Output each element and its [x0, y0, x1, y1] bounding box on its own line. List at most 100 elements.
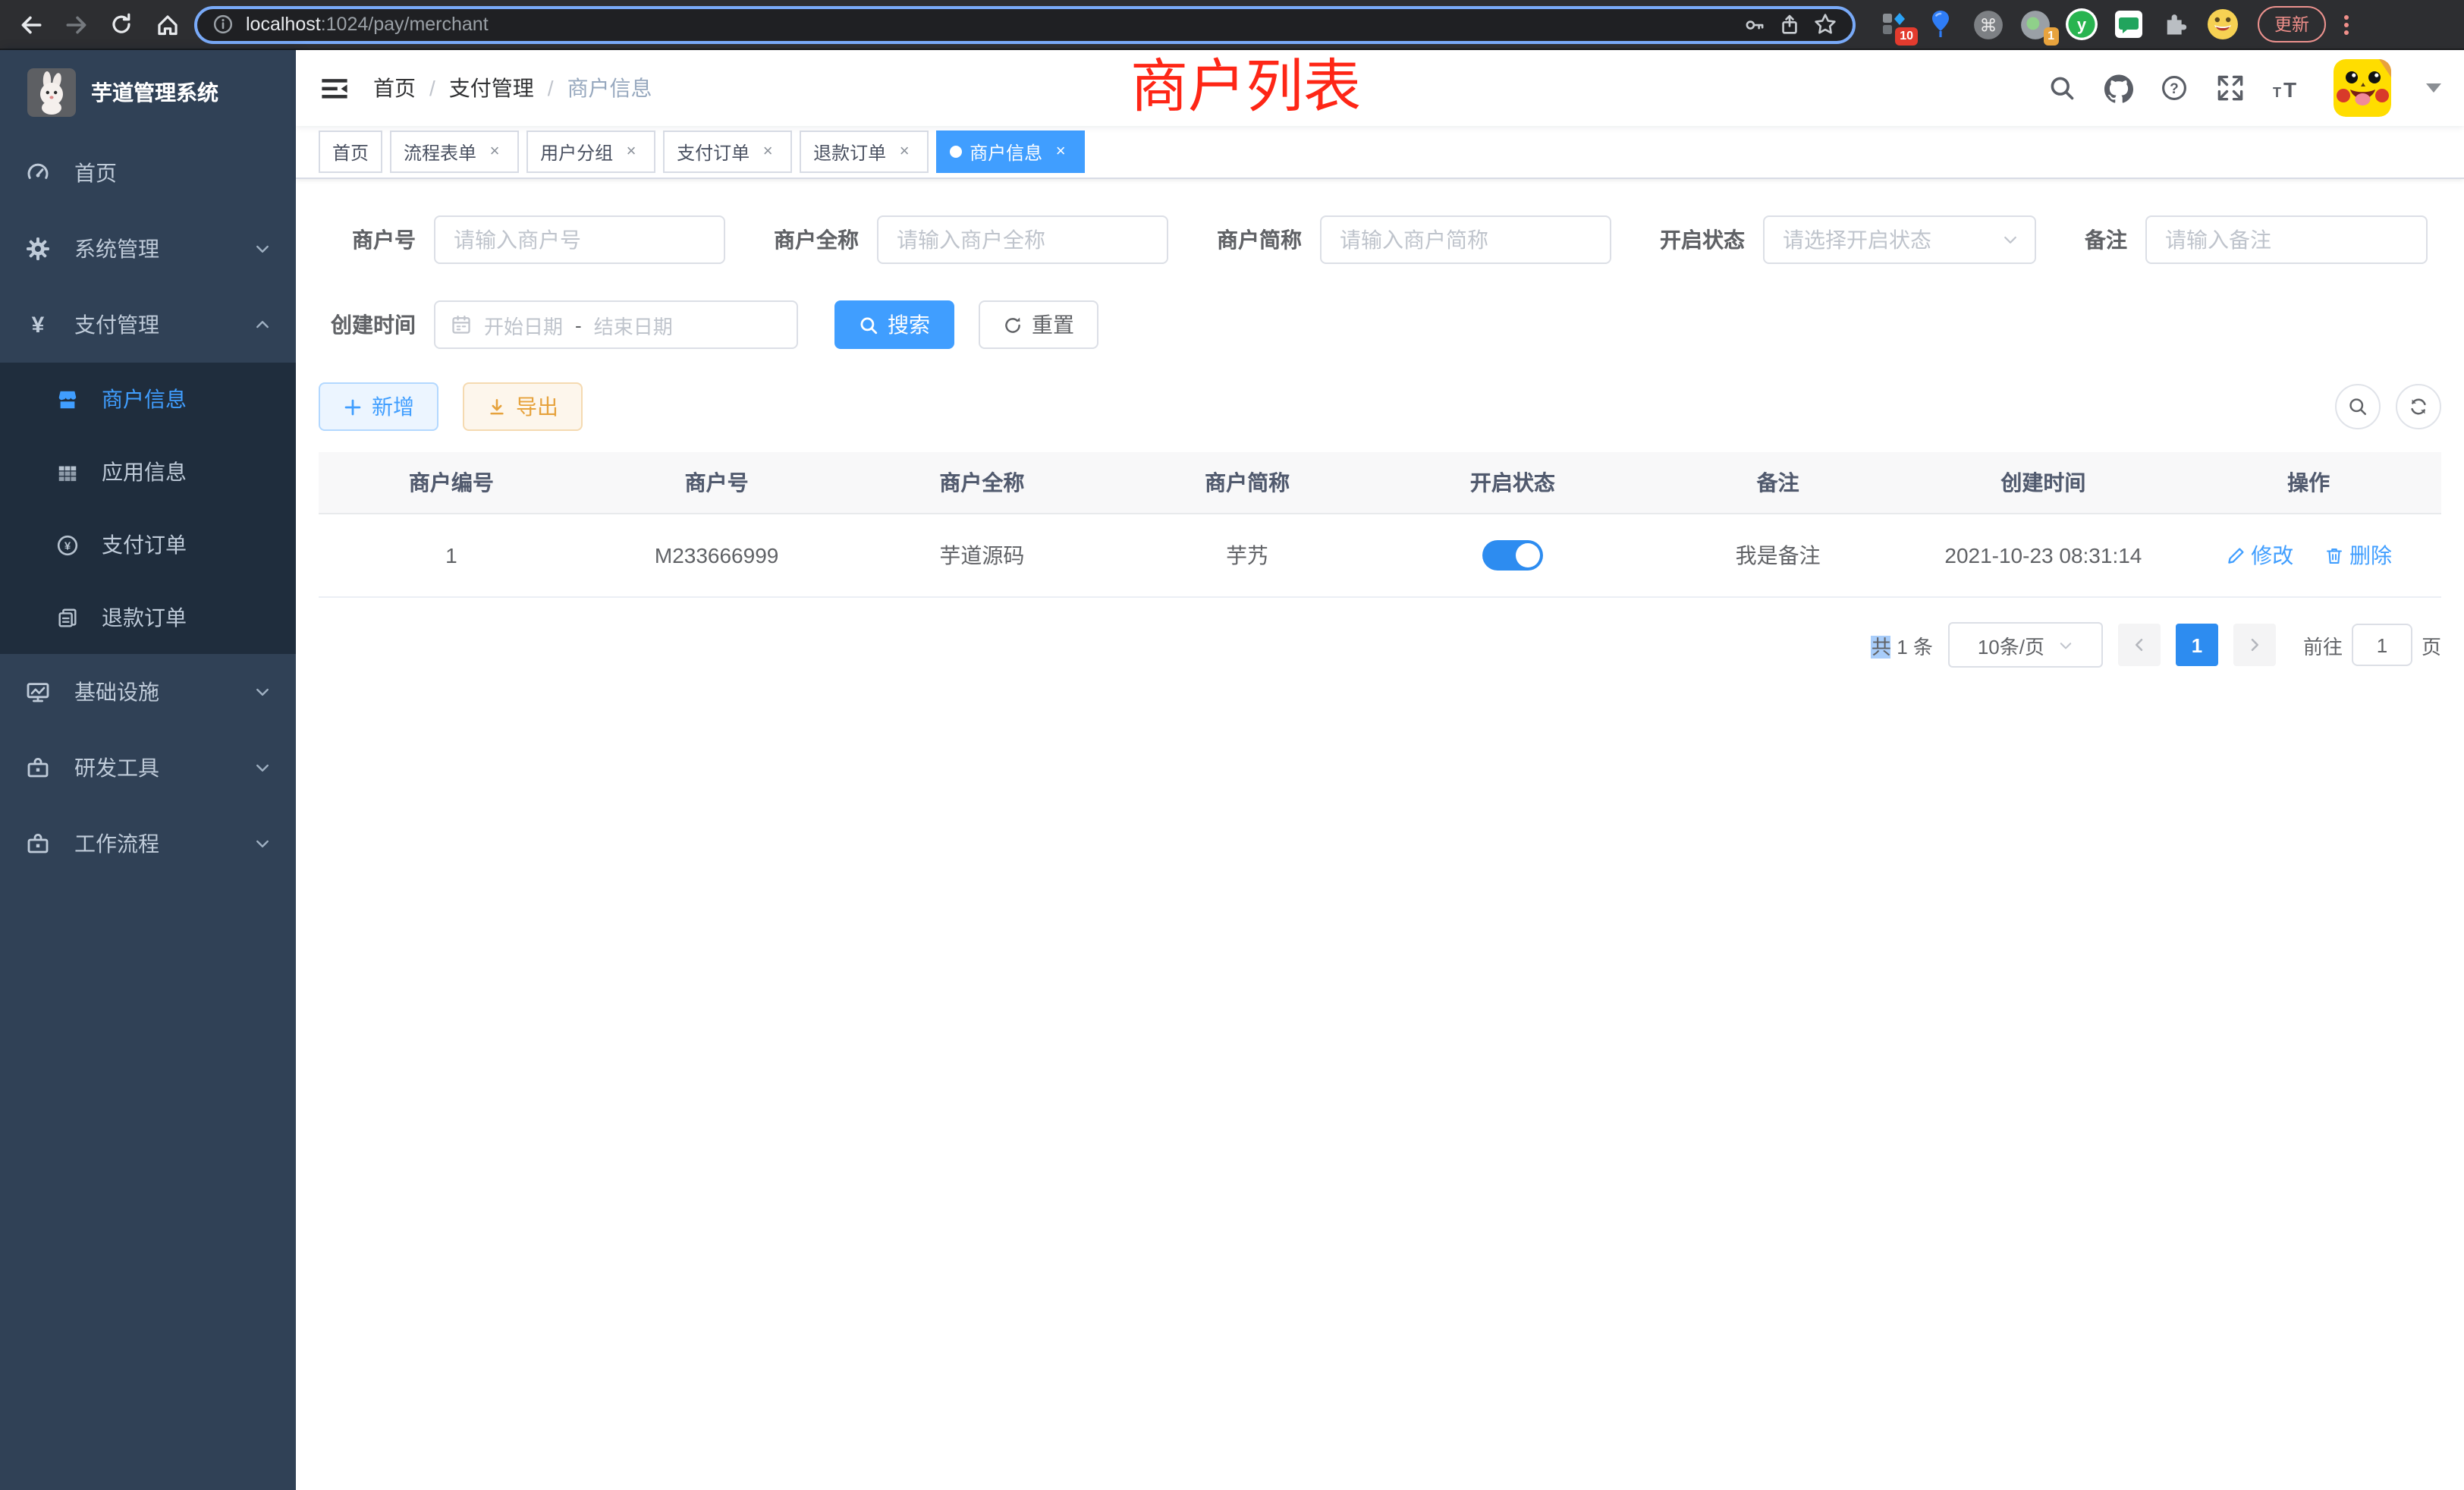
fullscreen-button[interactable]	[2215, 73, 2246, 103]
share-icon[interactable]	[1778, 13, 1801, 36]
export-button[interactable]: 导出	[463, 382, 583, 431]
edit-link[interactable]: 修改	[2225, 540, 2293, 571]
refresh-table-button[interactable]	[2396, 384, 2441, 429]
sidebar-item-label: 支付管理	[74, 310, 253, 340]
breadcrumb-home[interactable]: 首页	[373, 73, 416, 103]
extension-session-icon[interactable]: 1	[2018, 8, 2051, 41]
sidebar-item-home[interactable]: 首页	[0, 135, 296, 211]
sidebar-item-system[interactable]: 系统管理	[0, 211, 296, 287]
bookmark-star-icon[interactable]	[1813, 12, 1837, 36]
close-icon[interactable]: ×	[484, 143, 505, 161]
page-size-select[interactable]: 10条/页	[1948, 622, 2103, 668]
browser-home-button[interactable]	[149, 6, 185, 42]
close-icon[interactable]: ×	[1050, 143, 1071, 161]
forward-icon	[63, 11, 89, 37]
chevron-left-icon	[2130, 636, 2148, 654]
pagination: 共 1 条 10条/页 1 前往 页	[319, 622, 2441, 668]
header-search-button[interactable]	[2047, 73, 2077, 103]
address-bar[interactable]: localhost:1024/pay/merchant	[194, 5, 1856, 43]
close-icon[interactable]: ×	[894, 143, 915, 161]
browser-toolbar: localhost:1024/pay/merchant 10 ⌘ 1 y	[0, 0, 2464, 50]
tag-pay-order[interactable]: 支付订单×	[663, 130, 792, 173]
pagination-goto: 前往 页	[2303, 624, 2441, 666]
password-key-icon[interactable]	[1743, 13, 1766, 36]
filter-merchant-no: 商户号	[319, 215, 725, 264]
sidebar-logo-row[interactable]: 芋道管理系统	[0, 50, 296, 135]
cell-status	[1380, 514, 1645, 597]
tag-user-group[interactable]: 用户分组×	[526, 130, 655, 173]
table-header-row: 商户编号 商户号 商户全称 商户简称 开启状态 备注 创建时间 操作	[319, 452, 2441, 514]
prev-page-button[interactable]	[2118, 624, 2161, 666]
user-avatar[interactable]	[2334, 59, 2391, 117]
tag-merchant-info-active[interactable]: 商户信息×	[936, 130, 1085, 173]
breadcrumb-separator: /	[429, 76, 435, 100]
add-button[interactable]: 新增	[319, 382, 438, 431]
goto-page-input[interactable]	[2352, 624, 2412, 666]
browser-forward-button[interactable]	[58, 6, 94, 42]
tag-home[interactable]: 首页	[319, 130, 382, 173]
extension-yudao-icon[interactable]: y	[2065, 8, 2098, 41]
breadcrumb-pay[interactable]: 支付管理	[449, 73, 534, 103]
sidebar-item-pay[interactable]: ¥ 支付管理	[0, 287, 296, 363]
page-number-1[interactable]: 1	[2176, 624, 2218, 666]
sidebar-item-app-info[interactable]: 应用信息	[0, 435, 296, 508]
browser-update-button[interactable]: 更新	[2258, 6, 2326, 42]
hide-search-button[interactable]	[2335, 384, 2381, 429]
tag-label: 流程表单	[404, 139, 476, 165]
page-content: 商户号 商户全称 商户简称 开启状态 请选择开启状态	[296, 179, 2464, 1490]
extension-grid-icon[interactable]: 10	[1877, 8, 1910, 41]
merchant-no-input[interactable]	[434, 215, 725, 264]
remark-input[interactable]	[2145, 215, 2428, 264]
sidebar-toggle-button[interactable]	[319, 73, 349, 103]
date-start-placeholder: 开始日期	[484, 310, 563, 339]
date-range-picker[interactable]: 开始日期 - 结束日期	[434, 300, 798, 349]
status-toggle[interactable]	[1482, 540, 1543, 571]
shop-icon	[56, 388, 79, 410]
extensions-puzzle-icon[interactable]	[2159, 8, 2192, 41]
extension-pin-icon[interactable]	[1924, 8, 1957, 41]
close-icon[interactable]: ×	[621, 143, 642, 161]
next-page-button[interactable]	[2233, 624, 2276, 666]
date-end-placeholder: 结束日期	[594, 310, 673, 339]
font-size-button[interactable]: TT	[2271, 73, 2302, 103]
help-button[interactable]: ?	[2159, 73, 2189, 103]
extension-command-icon[interactable]: ⌘	[1971, 8, 2004, 41]
sidebar-item-infra[interactable]: 基础设施	[0, 654, 296, 730]
sidebar-item-devtools[interactable]: 研发工具	[0, 730, 296, 806]
profile-emoji-avatar[interactable]	[2206, 8, 2239, 41]
select-placeholder: 请选择开启状态	[1783, 225, 2001, 255]
status-select[interactable]: 请选择开启状态	[1763, 215, 2036, 264]
site-info-icon[interactable]	[212, 14, 234, 35]
filter-remark: 备注	[2085, 215, 2428, 264]
browser-menu-button[interactable]	[2344, 14, 2349, 34]
full-name-input[interactable]	[877, 215, 1168, 264]
table-grid-icon	[56, 461, 79, 483]
filter-row-1: 商户号 商户全称 商户简称 开启状态 请选择开启状态	[319, 215, 2441, 264]
top-navbar: 首页 / 支付管理 / 商户信息 ? TT	[296, 50, 2464, 126]
delete-link[interactable]: 删除	[2324, 540, 2392, 571]
sidebar-item-pay-order[interactable]: ¥ 支付订单	[0, 508, 296, 581]
back-icon	[17, 11, 43, 37]
chevron-down-icon	[2057, 637, 2073, 653]
browser-back-button[interactable]	[12, 6, 49, 42]
chevron-right-icon	[2246, 636, 2264, 654]
col-header-status: 开启状态	[1380, 452, 1645, 514]
extension-chat-icon[interactable]	[2112, 8, 2145, 41]
search-icon	[859, 315, 878, 335]
search-button[interactable]: 搜索	[834, 300, 954, 349]
table-row[interactable]: 1 M233666999 芋道源码 芋艿 我是备注 2021-10-23 08:…	[319, 514, 2441, 597]
svg-text:T: T	[2283, 78, 2296, 102]
sidebar-item-workflow[interactable]: 工作流程	[0, 806, 296, 882]
sidebar-item-refund-order[interactable]: 退款订单	[0, 581, 296, 654]
reset-button[interactable]: 重置	[979, 300, 1098, 349]
browser-reload-button[interactable]	[103, 6, 140, 42]
tag-process-form[interactable]: 流程表单 ×	[390, 130, 519, 173]
close-icon[interactable]: ×	[757, 143, 778, 161]
sidebar-item-merchant-info[interactable]: 商户信息	[0, 363, 296, 435]
date-separator: -	[575, 313, 582, 336]
short-name-input[interactable]	[1320, 215, 1611, 264]
avatar-dropdown-caret-icon[interactable]	[2426, 83, 2441, 93]
cell-short-name: 芋艿	[1114, 514, 1380, 597]
github-link-button[interactable]	[2103, 73, 2133, 103]
tag-refund-order[interactable]: 退款订单×	[800, 130, 929, 173]
